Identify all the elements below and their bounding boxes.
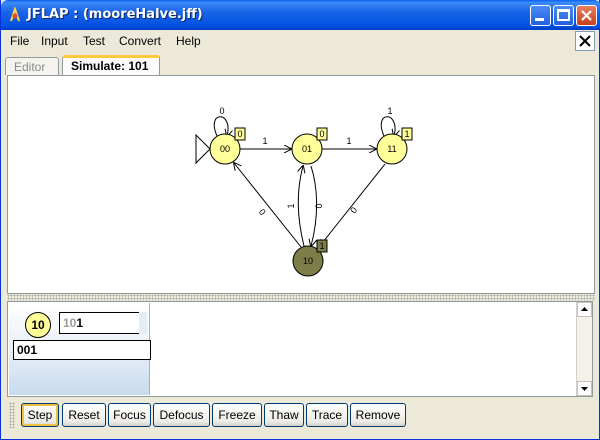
step-button[interactable]: Step — [21, 403, 59, 427]
tab-editor[interactable]: Editor — [5, 57, 59, 75]
state-10[interactable]: 10 1 — [292, 239, 328, 277]
tape-remaining: 1 — [76, 316, 84, 330]
tape-consumed: 10 — [63, 316, 77, 330]
transition-label-11-11: 1 — [387, 106, 392, 116]
thaw-button[interactable]: Thaw — [264, 403, 304, 427]
state-01[interactable]: 01 0 — [291, 127, 328, 165]
window-title: JFLAP : (mooreHalve.jff) — [27, 7, 203, 22]
configuration-state: 10 — [25, 312, 51, 338]
title-bar[interactable]: JFLAP : (mooreHalve.jff) — [1, 0, 600, 30]
close-icon — [579, 35, 591, 47]
configuration-card[interactable]: 10 101 001 — [9, 303, 151, 395]
toolbar-grip[interactable] — [9, 402, 15, 428]
svg-text:0: 0 — [319, 129, 324, 139]
transition-label-11-10: 0 — [348, 205, 359, 215]
transition-label-01-10: 0 — [314, 203, 324, 208]
configuration-panel: 10 101 001 — [7, 301, 593, 397]
transition-label-10-01: 1 — [286, 203, 296, 208]
menu-bar: File Input Test Convert Help — [1, 30, 599, 52]
svg-text:10: 10 — [303, 256, 313, 266]
transition-label-00-01: 1 — [262, 136, 267, 146]
transition-label-10-00: 0 — [257, 207, 268, 217]
svg-text:00: 00 — [220, 144, 230, 154]
initial-state-marker — [195, 133, 211, 165]
transition-label-00-00: 0 — [219, 106, 224, 116]
menu-convert[interactable]: Convert — [119, 34, 161, 48]
automaton-diagram: 0 1 1 1 0 0 1 0 00 0 01 0 11 1 10 1 — [195, 106, 413, 277]
tab-simulate[interactable]: Simulate: 101 — [62, 55, 160, 75]
remove-button[interactable]: Remove — [350, 403, 406, 427]
transition-11-10 — [319, 163, 386, 247]
svg-text:01: 01 — [302, 144, 312, 154]
svg-text:0: 0 — [237, 129, 242, 139]
svg-text:1: 1 — [404, 129, 409, 139]
tape-torn-edge — [139, 312, 147, 334]
output-field: 001 — [13, 340, 151, 360]
scroll-up-button[interactable] — [577, 302, 592, 317]
close-icon — [581, 10, 592, 21]
close-tab-button[interactable] — [575, 31, 595, 51]
arrow-down-icon — [581, 387, 588, 391]
jflap-window: JFLAP : (mooreHalve.jff) File Input Test… — [0, 0, 600, 440]
close-button[interactable] — [576, 5, 597, 26]
transition-label-01-11: 1 — [346, 136, 351, 146]
maximize-button[interactable] — [553, 5, 574, 26]
menu-input[interactable]: Input — [41, 34, 68, 48]
trace-button[interactable]: Trace — [306, 403, 348, 427]
freeze-button[interactable]: Freeze — [212, 403, 262, 427]
svg-text:1: 1 — [319, 241, 324, 251]
automaton-canvas[interactable]: 0 1 1 1 0 0 1 0 00 0 01 0 11 1 10 1 — [7, 75, 595, 294]
scroll-down-button[interactable] — [577, 381, 592, 396]
svg-text:11: 11 — [387, 144, 396, 154]
minimize-button[interactable] — [530, 5, 551, 26]
input-tape: 101 — [59, 312, 147, 334]
menu-help[interactable]: Help — [176, 34, 201, 48]
menu-test[interactable]: Test — [83, 34, 105, 48]
menu-file[interactable]: File — [10, 34, 29, 48]
arrow-up-icon — [581, 307, 588, 311]
simulation-toolbar: Step Reset Focus Defocus Freeze Thaw Tra… — [7, 399, 595, 431]
jflap-app-icon — [10, 7, 20, 22]
vertical-scrollbar[interactable] — [576, 302, 592, 396]
reset-button[interactable]: Reset — [62, 403, 106, 427]
defocus-button[interactable]: Defocus — [153, 403, 210, 427]
focus-button[interactable]: Focus — [108, 403, 151, 427]
split-pane-divider[interactable] — [7, 294, 595, 301]
transition-10-01 — [298, 166, 304, 247]
